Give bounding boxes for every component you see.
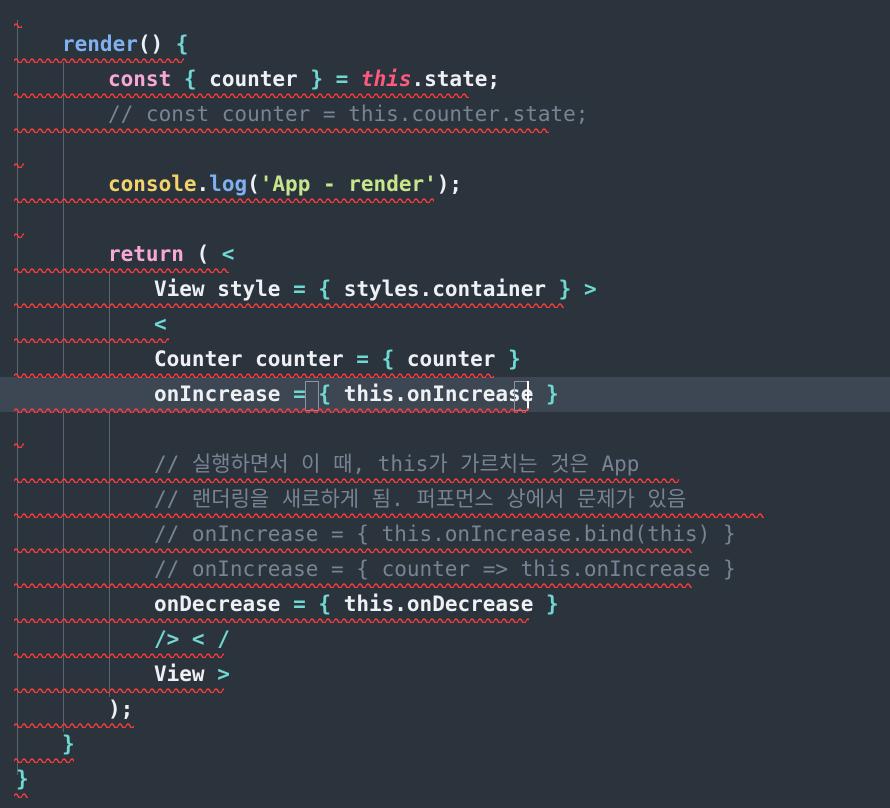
code-token: console [108, 172, 197, 196]
code-token: onDecrease [154, 592, 294, 616]
code-token: View [154, 662, 218, 686]
code-token: ( [247, 172, 260, 196]
error-squiggle [14, 512, 764, 518]
error-squiggle [14, 757, 74, 763]
code-token: ); [436, 172, 463, 196]
code-token: this.onDecrease [331, 592, 546, 616]
code-token: > [217, 662, 230, 686]
error-squiggle [14, 302, 564, 308]
code-token: { [381, 347, 395, 371]
code-token: this [360, 67, 412, 91]
code-token: log [209, 172, 248, 196]
code-token: // onIncrease = { counter => this.onIncr… [154, 557, 736, 581]
code-token: // 실행하면서 이 때, this가 가르치는 것은 App [154, 452, 640, 476]
error-squiggle [14, 337, 169, 343]
error-squiggle [14, 687, 224, 693]
code-token: 'App - render' [259, 172, 437, 196]
error-squiggle [14, 582, 692, 588]
code-token: counter [196, 67, 311, 91]
code-token: // 랜더링을 새로하게 됨. 퍼포먼스 상에서 문제가 있음 [154, 487, 687, 511]
error-squiggle [14, 162, 24, 168]
error-squiggle [14, 197, 434, 203]
error-squiggle [14, 57, 184, 63]
error-squiggle [14, 477, 679, 483]
code-token: } [558, 277, 572, 301]
code-token: . [196, 172, 210, 196]
error-squiggle [14, 22, 22, 28]
code-line[interactable] [0, 412, 890, 447]
code-token: { [183, 67, 197, 91]
code-token: .state; [411, 67, 501, 91]
code-token: < [154, 312, 167, 336]
code-token: } [545, 592, 559, 616]
code-editor[interactable]: render() { const { counter } = this.stat… [0, 0, 890, 808]
code-token: ( [183, 242, 222, 266]
code-line[interactable] [0, 202, 890, 237]
code-token: styles.container [331, 277, 559, 301]
code-token: // const counter = this.counter.state; [108, 102, 589, 126]
error-squiggle [14, 722, 134, 728]
code-token: counter [394, 347, 509, 371]
code-token: { [318, 382, 332, 406]
code-token: render [62, 32, 138, 56]
code-token: } [62, 732, 75, 756]
code-token: const [108, 67, 172, 91]
error-squiggle [14, 232, 24, 238]
code-token: // onIncrease = { this.onIncrease.bind(t… [154, 522, 736, 546]
code-token: /> < / [154, 627, 230, 651]
code-token: = [293, 592, 306, 616]
error-squiggle [14, 407, 529, 413]
code-token: } [508, 347, 521, 371]
code-token: ); [108, 697, 134, 721]
code-token: { [318, 277, 332, 301]
error-squiggle [14, 652, 224, 658]
code-line[interactable]: } [0, 762, 890, 797]
code-line[interactable]: } [0, 727, 890, 762]
code-token: return [108, 242, 184, 266]
code-token: onIncrease [154, 382, 294, 406]
code-token: { [318, 592, 332, 616]
code-token: { [175, 32, 189, 56]
error-squiggle [14, 547, 692, 553]
error-squiggle [14, 127, 549, 133]
error-squiggle [14, 267, 229, 273]
code-line[interactable] [0, 132, 890, 167]
code-token: = [293, 382, 306, 406]
code-token: Counter counter [154, 347, 357, 371]
error-squiggle [14, 617, 529, 623]
code-token: < [221, 242, 235, 266]
code-token: = [356, 347, 369, 371]
code-token: > [583, 277, 597, 301]
code-token: = [293, 277, 306, 301]
text-cursor [527, 381, 529, 409]
error-squiggle [14, 92, 469, 98]
code-token: } [545, 382, 559, 406]
code-token: } [16, 767, 29, 791]
code-token: View style [154, 277, 294, 301]
code-token: } [310, 67, 323, 91]
code-token: = [322, 67, 361, 91]
error-squiggle [14, 442, 24, 448]
code-token: () [137, 32, 176, 56]
error-squiggle [14, 792, 28, 798]
error-squiggle [14, 372, 494, 378]
